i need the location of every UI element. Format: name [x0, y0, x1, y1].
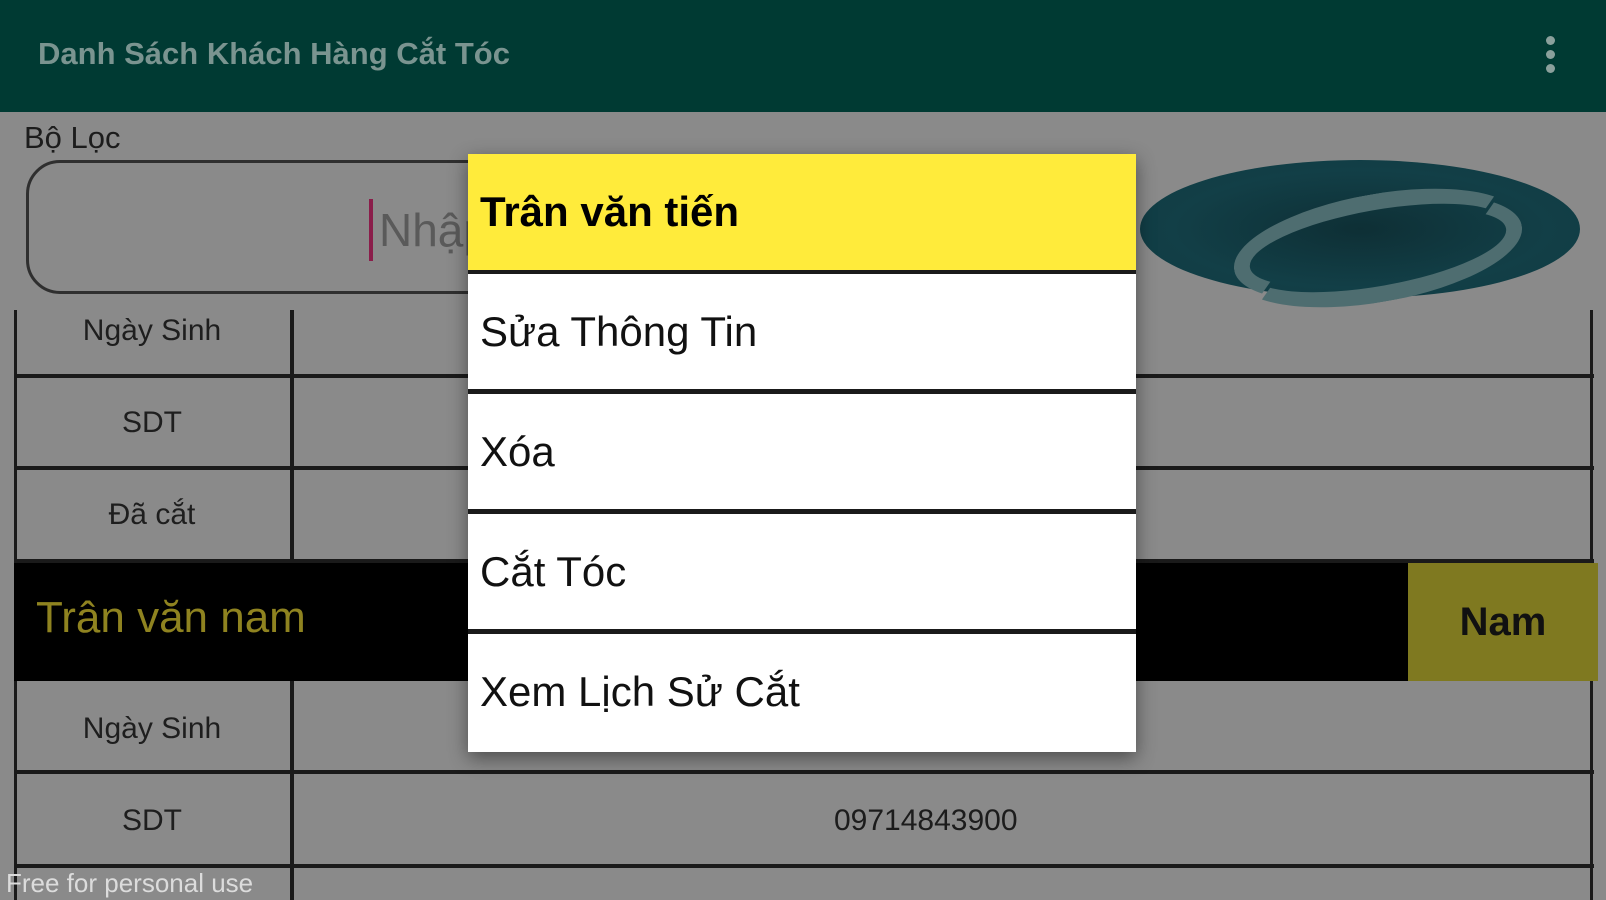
watermark: Free for personal use — [6, 868, 254, 898]
menu-item-view-history[interactable]: Xem Lịch Sử Cắt — [468, 634, 1136, 752]
menu-item-haircut[interactable]: Cắt Tóc — [468, 514, 1136, 629]
menu-item-label: Xem Lịch Sử Cắt — [480, 668, 800, 715]
gender-badge: Nam — [1408, 563, 1598, 681]
label-ngay-sinh: Ngày Sinh — [82, 314, 222, 347]
label-ngay-sinh: Ngày Sinh — [82, 712, 222, 745]
phone-value: 09714843900 — [834, 804, 1018, 837]
app-bar: Danh Sách Khách Hàng Cắt Tóc — [0, 0, 1606, 112]
app-title: Danh Sách Khách Hàng Cắt Tóc — [38, 36, 510, 71]
menu-item-label: Xóa — [480, 428, 555, 475]
dialog-title: Trân văn tiến — [468, 154, 1136, 270]
customer-name: Trân văn nam — [36, 593, 306, 642]
menu-item-delete[interactable]: Xóa — [468, 394, 1136, 509]
filter-label: Bộ Lọc — [24, 120, 121, 155]
context-menu-dialog: Trân văn tiến Sửa Thông Tin Xóa Cắt Tóc … — [468, 154, 1136, 752]
label-sdt: SDT — [122, 406, 182, 439]
refresh-icon[interactable] — [1140, 160, 1580, 327]
label-sdt: SDT — [122, 804, 182, 837]
more-vert-icon[interactable] — [1540, 36, 1560, 80]
menu-item-label: Cắt Tóc — [480, 548, 627, 595]
menu-item-edit-info[interactable]: Sửa Thông Tin — [468, 274, 1136, 389]
text-cursor — [369, 199, 373, 261]
label-da-cat: Đã cắt — [108, 498, 196, 531]
menu-item-label: Sửa Thông Tin — [480, 308, 758, 355]
dialog-title-text: Trân văn tiến — [480, 188, 740, 235]
